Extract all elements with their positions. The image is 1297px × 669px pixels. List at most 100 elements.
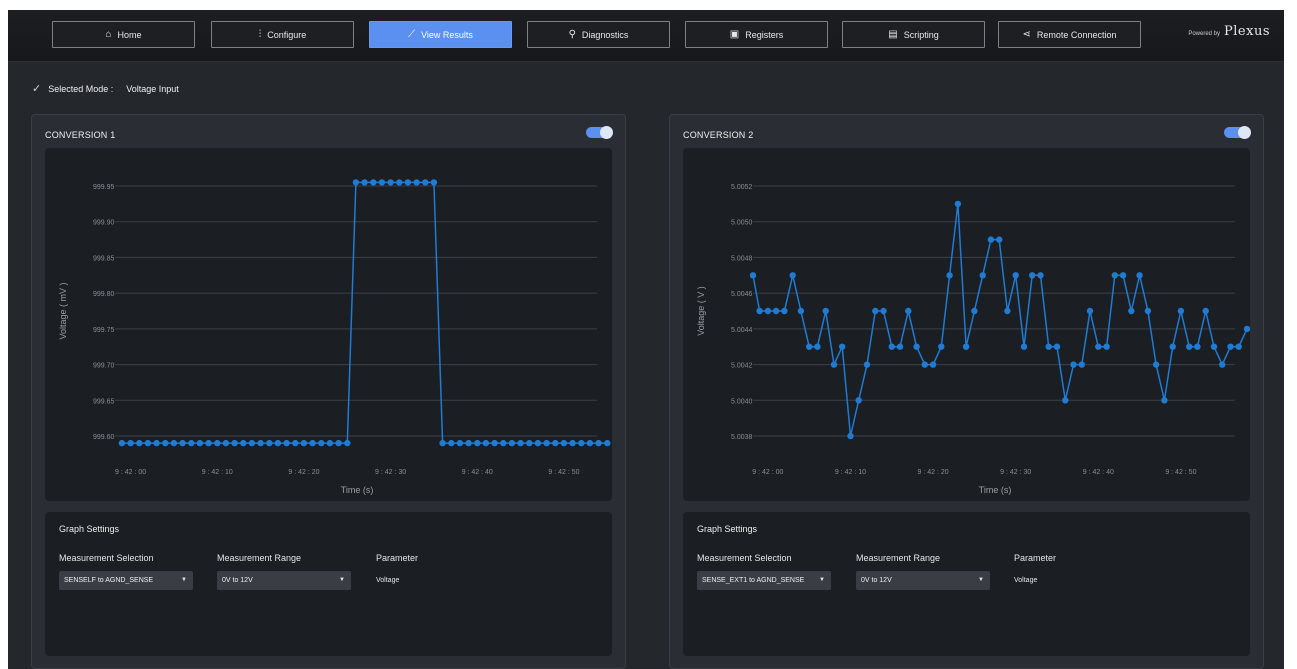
y-tick-label: 999.65 bbox=[93, 398, 115, 405]
data-point bbox=[292, 439, 299, 447]
nav-button-scripting[interactable]: ▤ Scripting bbox=[842, 21, 985, 48]
y-axis-label: Voltage ( V ) bbox=[696, 286, 706, 336]
measurement-selection-label: Measurement Selection bbox=[59, 553, 154, 563]
data-point bbox=[822, 307, 829, 315]
data-point bbox=[954, 200, 962, 208]
data-point bbox=[929, 361, 937, 368]
y-tick-label: 999.95 bbox=[93, 184, 115, 191]
parameter-label: Parameter bbox=[376, 553, 419, 563]
data-point bbox=[578, 439, 585, 447]
data-point bbox=[465, 439, 472, 447]
data-point bbox=[413, 179, 420, 186]
data-point bbox=[1177, 307, 1185, 315]
data-point bbox=[1020, 343, 1028, 350]
y-tick-label: 5.0048 bbox=[731, 255, 753, 262]
nav-button-diagnostics[interactable]: ⚲ Diagnostics bbox=[527, 21, 670, 48]
conversion-1-toggle[interactable] bbox=[586, 126, 613, 139]
data-point bbox=[448, 439, 455, 447]
nav-button-configure[interactable]: ⫶ Configure bbox=[211, 21, 354, 48]
data-point bbox=[1095, 343, 1102, 350]
x-tick-label: 9 : 42 : 40 bbox=[462, 469, 493, 476]
data-point bbox=[946, 272, 953, 279]
data-point bbox=[1210, 343, 1218, 350]
data-point bbox=[781, 307, 788, 315]
data-point bbox=[387, 179, 394, 186]
nav-button-view-results[interactable]: ⟋ View Results bbox=[369, 21, 512, 48]
data-point bbox=[300, 439, 308, 447]
x-axis-label: Time (s) bbox=[341, 485, 374, 495]
brand-name: Plexus bbox=[1224, 24, 1270, 39]
x-tick-label: 9 : 42 : 00 bbox=[752, 469, 783, 476]
data-point bbox=[517, 439, 524, 447]
data-point bbox=[491, 439, 498, 447]
data-point bbox=[352, 179, 360, 186]
data-point bbox=[214, 439, 221, 447]
y-tick-label: 5.0052 bbox=[731, 184, 753, 191]
data-point bbox=[938, 343, 945, 350]
data-point bbox=[560, 439, 568, 447]
measurement-range-value: 0V to 12V bbox=[861, 577, 892, 584]
y-tick-label: 999.85 bbox=[93, 255, 115, 262]
data-point bbox=[404, 179, 412, 186]
data-point bbox=[508, 439, 516, 447]
toggle-knob bbox=[1238, 126, 1251, 139]
data-point bbox=[1062, 397, 1069, 404]
data-point bbox=[274, 439, 282, 447]
measurement-selection-dropdown[interactable]: SENSE_EXT1 to AGND_SENSE ▼ bbox=[697, 571, 831, 590]
data-point bbox=[474, 439, 481, 447]
data-point bbox=[222, 439, 230, 447]
x-tick-label: 9 : 42 : 00 bbox=[115, 469, 146, 476]
data-point bbox=[913, 343, 920, 350]
conversion-2-toggle[interactable] bbox=[1224, 126, 1251, 139]
brand-prefix: Powered by bbox=[1188, 31, 1221, 37]
data-point bbox=[772, 307, 780, 315]
data-point bbox=[1103, 343, 1110, 350]
data-point bbox=[257, 439, 264, 447]
data-point bbox=[543, 439, 550, 447]
nav-button-label: View Results bbox=[421, 29, 473, 40]
y-tick-label: 999.60 bbox=[93, 434, 115, 441]
data-point bbox=[888, 343, 895, 350]
data-point bbox=[880, 307, 887, 315]
data-point bbox=[552, 439, 559, 447]
nav-button-home[interactable]: ⌂ Home bbox=[52, 21, 195, 48]
data-point bbox=[839, 343, 846, 350]
data-point bbox=[764, 307, 772, 315]
data-point bbox=[863, 361, 871, 368]
share-icon: ⋖ bbox=[1022, 28, 1031, 40]
sliders-icon: ⫶ bbox=[258, 28, 262, 40]
data-point bbox=[921, 361, 928, 368]
data-point bbox=[396, 179, 403, 186]
data-point bbox=[855, 397, 862, 404]
data-point bbox=[1053, 343, 1061, 350]
data-point bbox=[1144, 307, 1152, 315]
measurement-selection-label: Measurement Selection bbox=[697, 553, 792, 563]
measurement-range-dropdown[interactable]: 0V to 12V ▼ bbox=[856, 571, 990, 590]
data-point bbox=[1119, 272, 1127, 279]
data-point bbox=[318, 439, 325, 447]
data-point bbox=[1227, 343, 1234, 350]
x-tick-label: 9 : 42 : 10 bbox=[202, 469, 233, 476]
data-point bbox=[240, 439, 247, 447]
nav-button-registers[interactable]: ▣ Registers bbox=[685, 21, 828, 48]
measurement-range-label: Measurement Range bbox=[856, 553, 941, 563]
panel-title: CONVERSION 2 bbox=[683, 130, 754, 140]
toggle-knob bbox=[600, 126, 613, 139]
nav-button-label: Remote Connection bbox=[1036, 29, 1117, 40]
y-tick-label: 999.80 bbox=[93, 291, 115, 298]
panel-title: CONVERSION 1 bbox=[45, 130, 116, 140]
chip-icon: ▣ bbox=[729, 28, 740, 40]
data-point bbox=[266, 439, 273, 447]
chart-icon: ⟋ bbox=[408, 28, 416, 40]
y-tick-label: 5.0044 bbox=[731, 327, 753, 334]
data-point bbox=[847, 432, 854, 440]
measurement-selection-dropdown[interactable]: SENSELF to AGND_SENSE ▼ bbox=[59, 571, 193, 590]
data-point bbox=[1194, 343, 1201, 350]
y-tick-label: 5.0050 bbox=[731, 220, 753, 227]
data-point bbox=[1128, 307, 1135, 315]
measurement-range-dropdown[interactable]: 0V to 12V ▼ bbox=[217, 571, 351, 590]
data-point bbox=[971, 307, 978, 315]
x-tick-label: 9 : 42 : 40 bbox=[1083, 469, 1114, 476]
dropdown-arrow-icon: ▼ bbox=[819, 577, 825, 583]
nav-button-remote-connection[interactable]: ⋖ Remote Connection bbox=[998, 21, 1141, 48]
